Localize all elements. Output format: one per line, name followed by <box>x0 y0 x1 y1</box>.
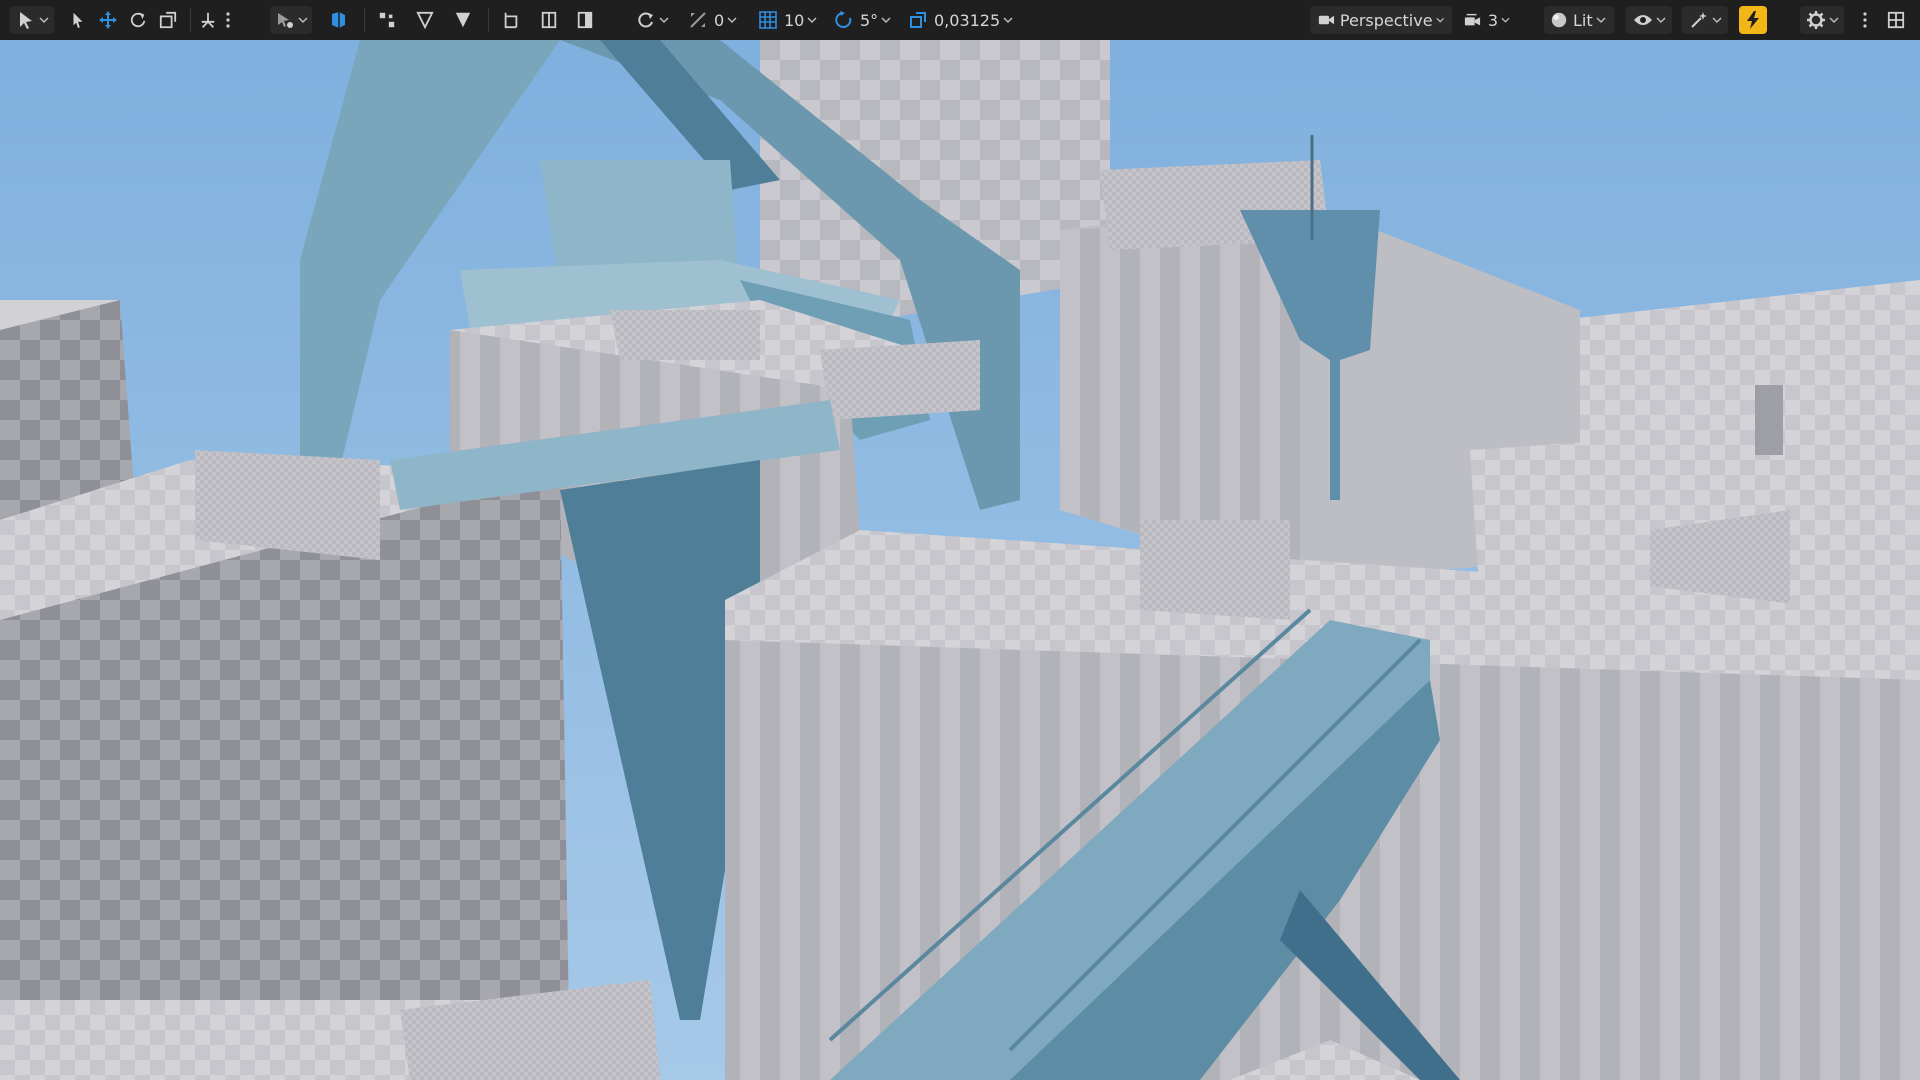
view-mode-label: Perspective <box>1339 10 1433 30</box>
scale-snap-dropdown[interactable]: 0,03125 <box>908 6 1016 34</box>
chevron-down-icon <box>297 17 308 24</box>
chevron-down-icon <box>1501 17 1510 23</box>
scale-tool-button[interactable] <box>156 6 180 34</box>
roof-box <box>610 310 760 360</box>
chevron-down-icon <box>659 17 669 24</box>
more-options-button[interactable] <box>222 6 234 34</box>
rotation-snap-icon <box>835 11 852 28</box>
split-view-button[interactable] <box>536 6 562 34</box>
play-triangle-icon <box>416 11 434 29</box>
separator <box>190 8 191 32</box>
roof-box <box>820 340 980 420</box>
lighting-mode-dropdown[interactable]: Lit <box>1544 6 1614 34</box>
separator <box>364 8 365 32</box>
half-box-icon <box>577 11 593 29</box>
grid-snap-value: 10 <box>784 10 805 30</box>
rotate-tool-button[interactable] <box>126 6 150 34</box>
world-local-toggle[interactable] <box>326 6 352 34</box>
translate-snap-dropdown[interactable]: 0 <box>688 6 744 34</box>
arrow-pointer-icon <box>73 12 83 29</box>
rotate-snap-icon <box>638 12 653 28</box>
translate-tool-button[interactable] <box>96 6 120 34</box>
world-local-icon <box>332 12 345 28</box>
3d-viewport[interactable] <box>0 40 1920 1080</box>
snap-surface-icon <box>379 12 395 28</box>
lit-sphere-icon <box>1551 12 1567 28</box>
grid-icon <box>759 11 777 29</box>
camera-icon <box>1318 15 1335 25</box>
chimney <box>1755 385 1783 455</box>
chevron-down-icon <box>1003 17 1013 24</box>
play-filled-icon <box>455 12 471 28</box>
chevron-down-icon <box>1435 17 1444 23</box>
selection-mode-dropdown[interactable] <box>10 6 54 34</box>
pivot-icon <box>201 12 215 28</box>
chevron-down-icon <box>38 17 49 24</box>
chevron-down-icon <box>1711 17 1722 24</box>
grid-layout-icon <box>1887 11 1905 29</box>
snap-surface-button[interactable] <box>374 6 400 34</box>
camera-speed-dropdown[interactable]: 3 <box>1464 6 1510 34</box>
rotation-snap-value: 5° <box>860 10 879 30</box>
chevron-down-icon <box>1828 17 1839 24</box>
realtime-lightning-icon <box>1747 11 1759 29</box>
chevron-down-icon <box>1655 17 1666 24</box>
kebab-icon <box>1863 12 1867 28</box>
gear-icon <box>1806 11 1825 29</box>
translate-snap-icon <box>690 12 706 28</box>
show-flags-dropdown[interactable] <box>1626 6 1672 34</box>
chevron-down-icon <box>807 17 817 24</box>
camera-speed-icon <box>1464 13 1481 26</box>
rotation-snap-dropdown[interactable]: 5° <box>834 6 896 34</box>
settings-dropdown[interactable] <box>1800 6 1844 34</box>
lighting-mode-label: Lit <box>1573 10 1593 30</box>
chevron-down-icon <box>727 17 737 24</box>
separator <box>488 8 489 32</box>
sparkle-icon <box>1690 12 1707 28</box>
rotate-icon <box>130 12 146 28</box>
play-filled-button[interactable] <box>450 6 476 34</box>
play-mode-button[interactable] <box>412 6 438 34</box>
realtime-toggle-button[interactable] <box>1739 6 1767 34</box>
viewport-layout-button[interactable] <box>1882 6 1910 34</box>
viewport-options-button[interactable] <box>1858 6 1872 34</box>
bookmark-icon <box>504 12 518 29</box>
scale-snap-icon <box>910 12 926 28</box>
transform-settings-icon <box>277 13 293 28</box>
grid-snap-dropdown[interactable]: 10 <box>758 6 822 34</box>
pivot-button[interactable] <box>196 6 220 34</box>
split-view-icon <box>541 11 557 29</box>
camera-speed-value: 3 <box>1487 10 1499 30</box>
level-scene <box>0 40 1920 1080</box>
viewport-toolbar: 0 10 5° 0,03125 Perspective 3 Lit <box>0 0 1920 41</box>
effects-dropdown[interactable] <box>1682 6 1728 34</box>
chevron-down-icon <box>1596 17 1606 24</box>
chevron-down-icon <box>881 17 891 24</box>
surface-snap-dropdown[interactable] <box>636 6 676 34</box>
scale-snap-value: 0,03125 <box>934 10 1001 30</box>
translate-snap-value: 0 <box>714 10 725 30</box>
half-box-button[interactable] <box>572 6 598 34</box>
select-tool-button[interactable] <box>66 6 90 34</box>
select-mode-icon <box>19 12 32 29</box>
scale-icon <box>159 11 177 29</box>
roof-box-center <box>1140 520 1290 620</box>
eye-icon <box>1633 15 1652 25</box>
transform-settings-dropdown[interactable] <box>270 6 312 34</box>
move-arrows-icon <box>99 11 117 29</box>
bookmark-button[interactable] <box>498 6 524 34</box>
kebab-icon <box>226 12 230 28</box>
view-mode-dropdown[interactable]: Perspective <box>1310 6 1452 34</box>
